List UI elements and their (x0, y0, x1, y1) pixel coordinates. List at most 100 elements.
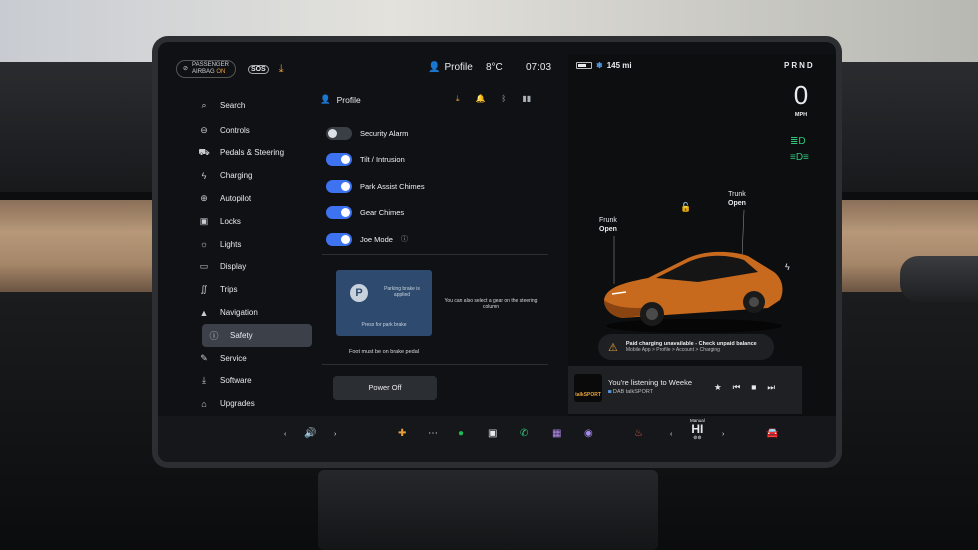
toggle-label: Gear Chimes (360, 208, 405, 218)
toybox-icon[interactable]: ✚ (398, 428, 406, 439)
nav-item-charging[interactable]: ϟ Charging (194, 164, 322, 187)
volume-up-chevron-icon[interactable]: › (334, 431, 336, 438)
vehicle-panel: ❄ 145 mi PRND 0 MPH ≣D ≡D≡ Frunk Open Tr… (568, 54, 836, 416)
previous-icon[interactable]: ⏮ (733, 382, 741, 393)
search-icon: ⌕ (201, 99, 207, 110)
video-icon[interactable]: ▣ (488, 428, 497, 439)
charging-alert[interactable]: ⚠ Paid charging unavailable - Check unpa… (598, 334, 774, 360)
toggle-row-joe-mode: Joe Mode ⓘ (326, 226, 425, 253)
warning-icon: ⚠ (608, 341, 618, 354)
nav-label: Locks (220, 216, 241, 226)
media-player[interactable]: talkSPORT You're listening to Weeke ◙ DA… (568, 366, 802, 414)
climate-up-chevron-icon[interactable]: › (722, 431, 724, 438)
nav-item-display[interactable]: ▭ Display (194, 256, 322, 279)
star-icon[interactable]: ★ (714, 382, 722, 393)
download-icon: ⤓ (202, 375, 206, 386)
media-source: ◙ DAB talkSPORT (608, 389, 653, 395)
parking-brake-icon: P (350, 284, 368, 302)
person-icon: 👤 (320, 94, 331, 104)
info-icon[interactable]: ⓘ (401, 234, 408, 244)
bottom-dock: ‹ 🔊 › ✚ ⋯ ● ▣ ✆ ▦ ◉ ♨ ‹ Manual HI ⊚⊚ › 🚘 (158, 416, 836, 462)
toggle-row-tilt-intrusion: Tilt / Intrusion (326, 147, 425, 174)
phone-icon[interactable]: ✆ (520, 428, 528, 439)
toggle-label: Tilt / Intrusion (360, 155, 405, 165)
security-alarm-toggle[interactable] (326, 126, 352, 140)
toggle-label: Park Assist Chimes (360, 181, 425, 191)
divider (322, 254, 548, 255)
park-assist-chimes-toggle[interactable] (326, 179, 352, 193)
car-illustration (604, 251, 783, 333)
info-icon: ⓘ (209, 330, 219, 341)
nav-item-safety[interactable]: ⓘ Safety (202, 323, 312, 347)
stop-icon[interactable]: ■ (751, 382, 756, 393)
airbag-line1: PASSENGER (192, 62, 229, 68)
nav-item-search[interactable]: ⌕ Search (194, 94, 322, 117)
car-icon: ⛟ (198, 146, 210, 157)
lte-signal-icon: ▮▮ (522, 94, 532, 103)
gear-chimes-toggle[interactable] (326, 206, 352, 220)
toggle-row-security-alarm: Security Alarm (326, 120, 425, 147)
outside-temperature: 8°C (486, 62, 503, 73)
panel-title: Profile (336, 94, 361, 105)
tilt-intrusion-toggle[interactable] (326, 153, 352, 167)
more-apps-icon[interactable]: ⋯ (428, 428, 438, 439)
seat-heater-icon[interactable]: ♨ (634, 428, 643, 439)
alert-text: Paid charging unavailable - Check unpaid… (626, 341, 757, 353)
nav-item-controls[interactable]: ⊖ Controls (194, 119, 322, 142)
calendar-icon[interactable]: ▦ (552, 428, 561, 439)
volume-down-chevron-icon[interactable]: ‹ (284, 431, 286, 438)
bell-icon[interactable]: 🔔 (476, 94, 486, 104)
climate-control[interactable]: Manual HI ⊚⊚ (690, 418, 705, 441)
panel-quick-icons: ⤓ 🔔 ᛒ ▮▮ (456, 94, 531, 104)
nav-label: Trips (220, 285, 238, 295)
nav-item-locks[interactable]: ▣ Locks (194, 210, 322, 233)
profile-button[interactable]: 👤 Profile (428, 62, 473, 73)
nav-label: Autopilot (220, 194, 252, 204)
bolt-icon: ϟ (201, 170, 207, 181)
download-icon[interactable]: ⤓ (279, 63, 284, 76)
divider (322, 364, 548, 365)
lock-icon: ▣ (199, 215, 209, 226)
bluetooth-icon[interactable]: ᛒ (502, 94, 507, 104)
nav-item-software[interactable]: ⤓ Software (194, 370, 322, 393)
nav-item-lights[interactable]: ☼ Lights (194, 233, 322, 256)
nav-item-service[interactable]: ✎ Service (194, 347, 322, 370)
panel-profile-header[interactable]: 👤 Profile (320, 94, 361, 105)
toggle-label: Security Alarm (360, 128, 409, 138)
sos-button[interactable]: SOS (247, 64, 269, 74)
nav-item-autopilot[interactable]: ⊕ Autopilot (194, 187, 322, 210)
spotify-icon[interactable]: ● (458, 428, 464, 439)
steering-stalk (900, 256, 978, 302)
steering-wheel-icon: ⊕ (200, 193, 208, 204)
nav-label: Safety (230, 330, 253, 340)
clock: 07:03 (526, 62, 552, 73)
toggle-icon: ⊖ (200, 124, 208, 135)
wrench-icon: ✎ (200, 352, 208, 363)
nav-label: Service (220, 353, 247, 363)
nav-label: Navigation (220, 308, 258, 318)
safety-settings-panel: 👤 Profile ⤓ 🔔 ᛒ ▮▮ Security Alarm Tilt /… (316, 92, 548, 412)
nav-label: Display (220, 262, 247, 272)
brake-pedal-note: Foot must be on brake pedal (348, 349, 419, 355)
nav-item-trips[interactable]: ∬ Trips (194, 278, 322, 301)
joe-mode-toggle[interactable] (326, 232, 352, 246)
climate-down-chevron-icon[interactable]: ‹ (670, 431, 672, 438)
trips-icon: ∬ (200, 284, 208, 295)
toggle-row-gear-chimes: Gear Chimes (326, 200, 425, 227)
next-icon[interactable]: ⏭ (767, 382, 775, 393)
car-icon[interactable]: 🚘 (766, 428, 778, 439)
camera-icon[interactable]: ◉ (584, 428, 593, 439)
nav-label: Upgrades (220, 399, 255, 409)
nav-item-upgrades[interactable]: ⌂ Upgrades (194, 392, 322, 415)
parking-brake-button[interactable]: P Parking brake is applied Press for par… (336, 270, 432, 336)
power-off-button[interactable]: Power Off (333, 376, 437, 400)
nav-item-pedals-steering[interactable]: ⛟ Pedals & Steering (194, 142, 322, 165)
volume-icon[interactable]: 🔊 (304, 428, 316, 439)
nav-item-navigation[interactable]: ▲ Navigation (194, 301, 322, 324)
sun-icon: ☼ (199, 239, 209, 250)
alert-path: Mobile App > Profile > Account > Chargin… (625, 347, 720, 353)
person-icon: 👤 (428, 62, 441, 73)
download-icon[interactable]: ⤓ (456, 94, 460, 104)
toggle-label: Joe Mode (360, 234, 393, 244)
parking-brake-hint: Press for park brake (361, 322, 407, 328)
